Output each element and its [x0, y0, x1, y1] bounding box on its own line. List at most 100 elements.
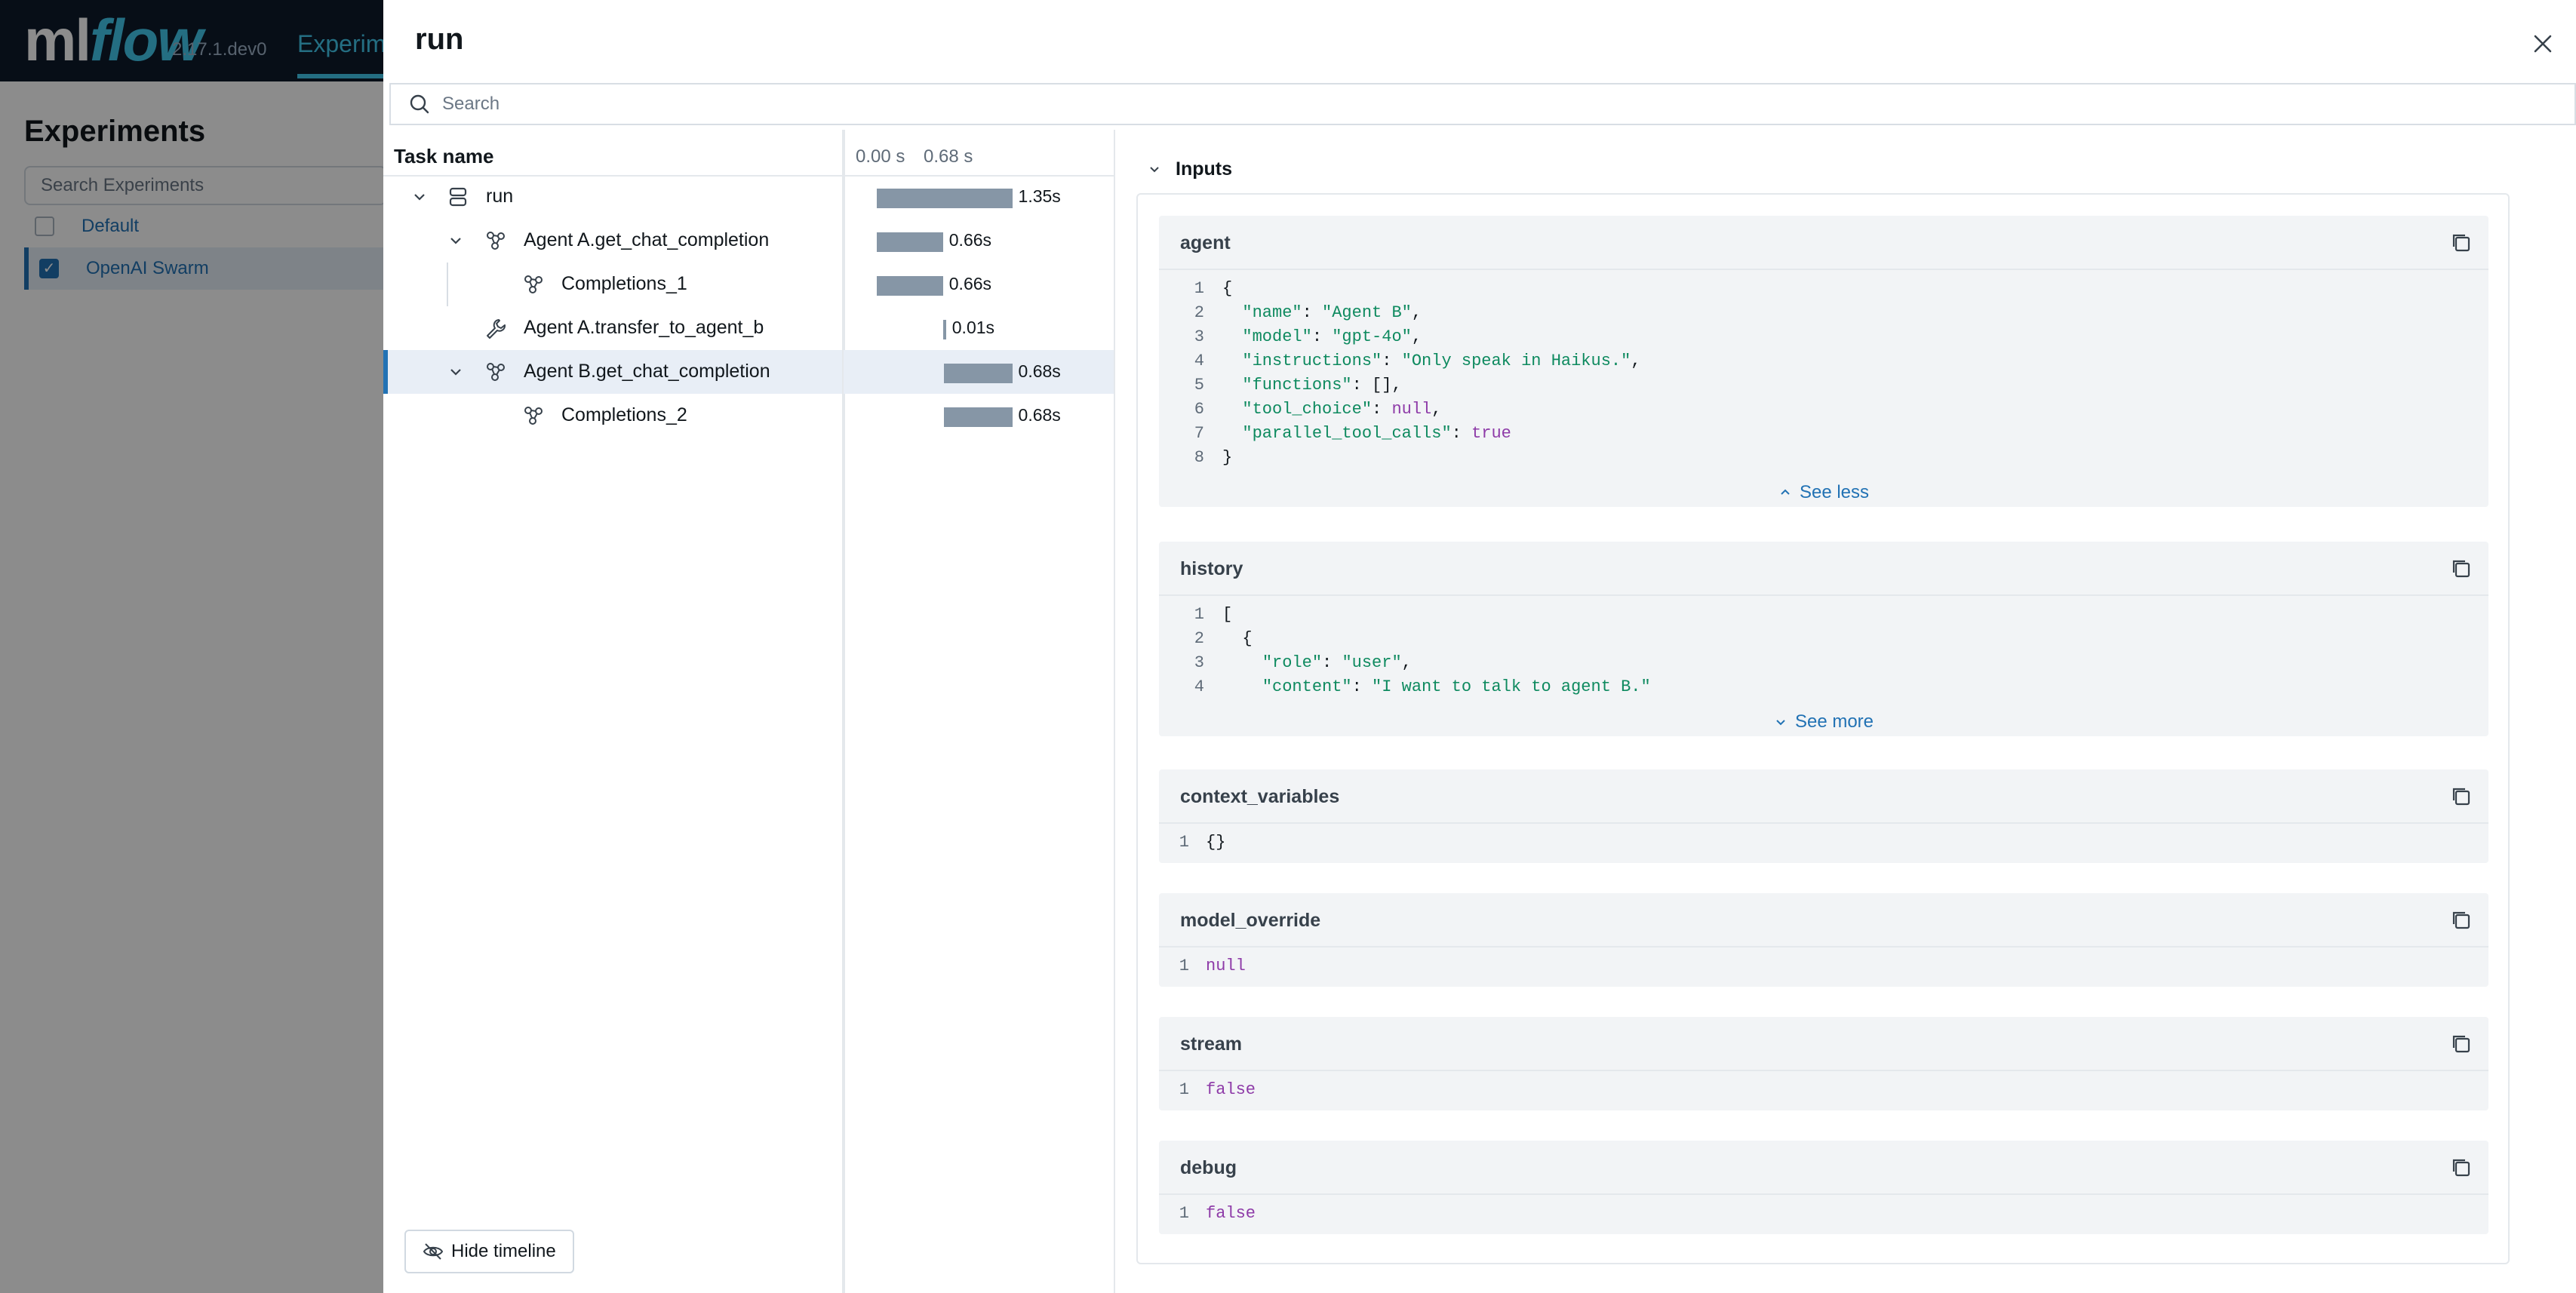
- code-text: {}: [1206, 833, 1226, 852]
- code-line: 1 null: [1159, 957, 2488, 981]
- code-text: null: [1206, 957, 1246, 975]
- copy-icon[interactable]: [2449, 908, 2473, 932]
- hide-timeline-button[interactable]: Hide timeline: [404, 1230, 574, 1273]
- field-header: context_variables: [1159, 769, 2488, 824]
- chain-icon: [524, 275, 543, 293]
- code-line: 2 {: [1159, 629, 2488, 653]
- code-line: 4 "content": "I want to talk to agent B.…: [1159, 677, 2488, 702]
- timeline-bar[interactable]: [877, 276, 943, 296]
- inputs-box: agent 1{2 "name": "Agent B", 3 "model": "g…: [1136, 193, 2510, 1264]
- search-icon: [410, 94, 429, 114]
- code-text: "content": "I want to talk to agent B.": [1262, 677, 1651, 696]
- see-less-button[interactable]: See less: [1159, 478, 2488, 507]
- code-text: "instructions": "Only speak in Haikus.",: [1242, 352, 1641, 370]
- field-header: agent: [1159, 216, 2488, 270]
- timeline-bar[interactable]: [942, 320, 946, 339]
- span-label: Completions_2: [561, 404, 687, 425]
- stack-icon: [449, 187, 467, 207]
- input-field-stream: stream 1 false: [1159, 1017, 2488, 1110]
- chevron-up-icon: [1781, 489, 1790, 495]
- code-line: 4 "instructions": "Only speak in Haikus.…: [1159, 352, 2488, 376]
- line-number: 1: [1179, 1204, 1189, 1223]
- code-block[interactable]: 1 false: [1159, 1071, 2488, 1110]
- span-label: Agent A.get_chat_completion: [524, 229, 770, 250]
- wrench-icon: [487, 319, 506, 339]
- close-button[interactable]: [2528, 29, 2558, 59]
- field-name: stream: [1180, 1033, 1242, 1055]
- timeline-bar[interactable]: [944, 407, 1013, 427]
- copy-icon[interactable]: [2449, 1156, 2473, 1180]
- close-icon: [2534, 35, 2552, 53]
- input-field-agent: agent 1{2 "name": "Agent B", 3 "model": "g…: [1159, 216, 2488, 507]
- field-header: stream: [1159, 1017, 2488, 1071]
- timeline-bar[interactable]: [877, 189, 1013, 208]
- field-header: history: [1159, 542, 2488, 596]
- input-field-debug: debug 1 false: [1159, 1141, 2488, 1234]
- search-input[interactable]: [441, 93, 2405, 115]
- code-text: {: [1222, 279, 1233, 298]
- span-label: Completions_1: [561, 273, 687, 294]
- toggle-label: See more: [1794, 711, 1874, 732]
- code-text: [: [1222, 605, 1233, 624]
- code-text: "model": "gpt-4o",: [1242, 327, 1422, 346]
- code-text: "role": "user",: [1262, 653, 1412, 672]
- line-number: 1: [1194, 279, 1204, 298]
- span-label: Agent A.transfer_to_agent_b: [524, 317, 764, 338]
- span-label: run: [486, 186, 514, 207]
- code-text: }: [1222, 448, 1233, 467]
- copy-icon[interactable]: [2449, 557, 2473, 581]
- duration-label: 0.01s: [951, 318, 995, 337]
- span-search[interactable]: [389, 83, 2576, 125]
- code-block[interactable]: 1 null: [1159, 947, 2488, 987]
- code-line: 7 "parallel_tool_calls": true: [1159, 424, 2488, 448]
- code-line: 5 "functions": [],: [1159, 376, 2488, 400]
- section-title: Inputs: [1176, 158, 1232, 180]
- duration-label: 0.68s: [1018, 361, 1061, 381]
- field-name: model_override: [1180, 910, 1321, 931]
- trace-drawer: run Task name 0.00 s 0.68 s run Agent A.…: [383, 0, 2576, 1293]
- code-text: "functions": [],: [1242, 376, 1402, 395]
- code-block[interactable]: 1{2 "name": "Agent B", 3 "model": "gpt-4o…: [1159, 270, 2488, 478]
- code-line: 8}: [1159, 448, 2488, 472]
- line-number: 3: [1194, 653, 1204, 672]
- field-name: history: [1180, 558, 1243, 579]
- copy-icon[interactable]: [2449, 231, 2473, 255]
- timeline-bar[interactable]: [944, 364, 1013, 383]
- line-number: 1: [1179, 833, 1189, 852]
- code-line: 3 "model": "gpt-4o",: [1159, 327, 2488, 352]
- line-number: 4: [1194, 352, 1204, 370]
- duration-label: 1.35s: [1018, 186, 1061, 206]
- code-text: "name": "Agent B",: [1242, 303, 1422, 322]
- input-field-history: history 1 [2 {3 "role": "user", 4 "content"…: [1159, 542, 2488, 736]
- chevron-down-icon[interactable]: [410, 188, 429, 206]
- copy-icon[interactable]: [2449, 1032, 2473, 1056]
- code-block[interactable]: 1 [2 {3 "role": "user", 4 "content": "I wa…: [1159, 596, 2488, 708]
- timeline-bar[interactable]: [877, 232, 943, 252]
- line-number: 1: [1179, 1080, 1189, 1099]
- line-number: 8: [1194, 448, 1204, 467]
- timeline: 1.35s 0.66s 0.66s 0.01s 0.68s 0.68s: [844, 130, 1115, 447]
- copy-icon[interactable]: [2449, 785, 2473, 809]
- duration-label: 0.66s: [948, 230, 992, 250]
- chain-icon: [487, 232, 505, 250]
- chevron-down-icon[interactable]: [447, 232, 465, 250]
- code-line: 6 "tool_choice": null,: [1159, 400, 2488, 424]
- code-block[interactable]: 1 {}: [1159, 824, 2488, 863]
- see-more-button[interactable]: See more: [1159, 708, 2488, 736]
- line-number: 4: [1194, 677, 1204, 696]
- span-label: Agent B.get_chat_completion: [524, 361, 770, 382]
- span-tree-panel: Task name 0.00 s 0.68 s run Agent A.get_…: [383, 130, 1497, 1293]
- chevron-down-icon[interactable]: [447, 363, 465, 381]
- chevron-down-icon: [1776, 720, 1785, 726]
- line-number: 2: [1194, 629, 1204, 648]
- duration-label: 0.66s: [948, 274, 992, 293]
- code-block[interactable]: 1 false: [1159, 1195, 2488, 1234]
- line-number: 6: [1194, 400, 1204, 419]
- code-line: 1 false: [1159, 1204, 2488, 1228]
- inputs-section-toggle[interactable]: Inputs: [1147, 158, 1232, 180]
- field-header: debug: [1159, 1141, 2488, 1195]
- code-line: 1{: [1159, 279, 2488, 303]
- chevron-down-icon: [1150, 166, 1159, 172]
- line-number: 1: [1194, 605, 1204, 624]
- hide-timeline-label: Hide timeline: [451, 1241, 556, 1261]
